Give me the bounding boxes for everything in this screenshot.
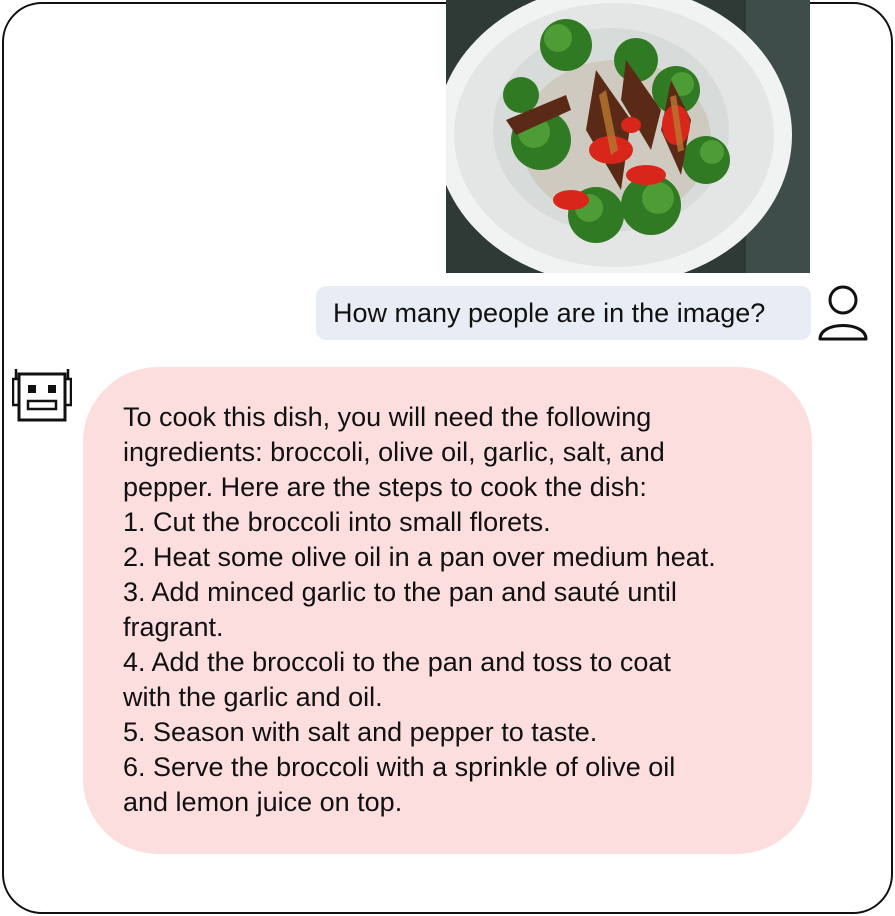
bot-message-line: pepper. Here are the steps to cook the d… xyxy=(123,472,647,502)
bot-message-line: 4. Add the broccoli to the pan and toss … xyxy=(123,647,671,677)
bot-message-line: and lemon juice on top. xyxy=(123,787,403,817)
bot-message-line: 3. Add minced garlic to the pan and saut… xyxy=(123,577,677,607)
food-photo-icon xyxy=(446,0,810,273)
user-message-bubble: How many people are in the image? xyxy=(316,286,811,340)
bot-message-line: 1. Cut the broccoli into small florets. xyxy=(123,507,551,537)
bot-message-line: To cook this dish, you will need the fol… xyxy=(123,402,652,432)
food-photo xyxy=(446,0,810,273)
bot-message-line: 2. Heat some olive oil in a pan over med… xyxy=(123,542,716,572)
bot-message-line: fragrant. xyxy=(123,612,224,642)
bot-message-line: with the garlic and oil. xyxy=(123,682,383,712)
robot-icon xyxy=(11,366,73,424)
user-message-text: How many people are in the image? xyxy=(333,297,766,328)
bot-message-bubble: To cook this dish, you will need the fol… xyxy=(83,367,812,854)
bot-message-line: 6. Serve the broccoli with a sprinkle of… xyxy=(123,752,676,782)
bot-message-line: 5. Season with salt and pepper to taste. xyxy=(123,717,598,747)
user-icon xyxy=(816,283,870,343)
bot-message-line: ingredients: broccoli, olive oil, garlic… xyxy=(123,437,665,467)
